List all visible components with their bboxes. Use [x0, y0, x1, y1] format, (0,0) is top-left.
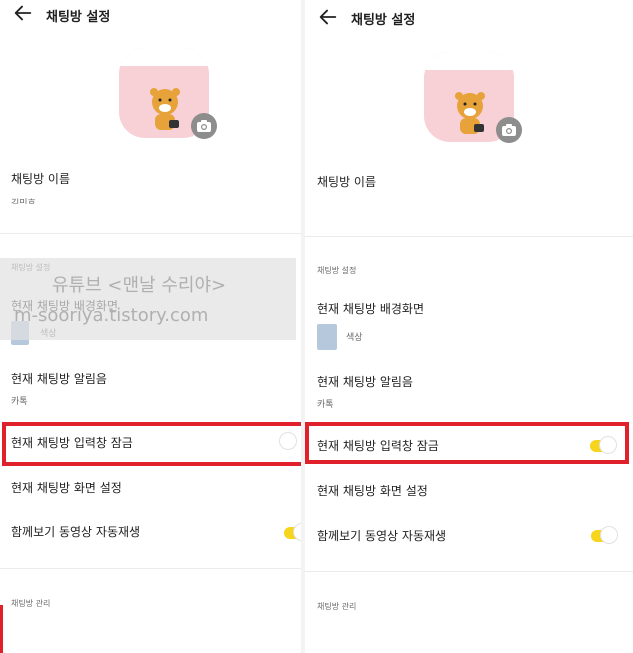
autoplay-label: 함께보기 동영상 자동재생 — [11, 525, 141, 539]
back-arrow-icon[interactable] — [12, 2, 34, 24]
highlight-box — [2, 422, 301, 466]
camera-button[interactable] — [191, 113, 217, 139]
chatroom-name-label[interactable]: 채팅방 이름 — [11, 170, 70, 187]
alert-sound-value: 카톡 — [11, 397, 28, 407]
autoplay-toggle[interactable] — [284, 524, 301, 540]
camera-icon — [502, 124, 516, 136]
screen-settings-label[interactable]: 현재 채팅방 화면 설정 — [317, 482, 428, 499]
autoplay-toggle[interactable] — [591, 527, 617, 543]
screen-settings-label[interactable]: 현재 채팅방 화면 설정 — [11, 479, 122, 496]
page-title: 채팅방 설정 — [46, 10, 111, 25]
watermark-text-1: 유튜브 <맨날 수리야> — [52, 275, 227, 296]
back-arrow-icon[interactable] — [317, 6, 339, 28]
ryan-character-icon — [150, 88, 180, 130]
camera-icon — [197, 120, 211, 132]
alert-sound-label[interactable]: 현재 채팅방 알림음 — [11, 370, 107, 387]
background-setting-label[interactable]: 현재 채팅방 배경화면 — [317, 300, 424, 317]
watermark-text-2: m-sooriya.tistory.com — [14, 305, 209, 326]
highlight-edge — [0, 605, 3, 653]
section-chatroom-manage: 채팅방 관리 — [317, 602, 357, 611]
watermark: 유튜브 <맨날 수리야> m-sooriya.tistory.com — [0, 258, 296, 340]
highlight-box — [305, 422, 629, 464]
settings-panel-before: 채팅방 설정 채팅방 이름 김민호 채팅방 설정 현재 채팅방 배경화면 색상 … — [0, 0, 301, 653]
header: 채팅방 설정 — [305, 0, 633, 32]
section-chatroom-settings: 채팅방 설정 — [317, 266, 357, 275]
section-chatroom-manage: 채팅방 관리 — [11, 599, 51, 608]
page-title: 채팅방 설정 — [351, 13, 416, 28]
background-color-swatch — [317, 324, 337, 350]
header: 채팅방 설정 — [0, 0, 301, 32]
autoplay-label: 함께보기 동영상 자동재생 — [317, 529, 447, 543]
settings-panel-after: 채팅방 설정 채팅방 이름 채팅방 설정 현재 채팅방 배경화면 색상 현재 채… — [305, 0, 633, 653]
chatroom-name-value: 김민호 — [11, 199, 36, 204]
background-setting-value: 색상 — [346, 333, 363, 343]
camera-button[interactable] — [496, 117, 522, 143]
ryan-character-icon — [455, 92, 485, 134]
alert-sound-label[interactable]: 현재 채팅방 알림음 — [317, 373, 413, 390]
chatroom-name-label[interactable]: 채팅방 이름 — [317, 173, 376, 190]
alert-sound-value: 카톡 — [317, 400, 334, 410]
